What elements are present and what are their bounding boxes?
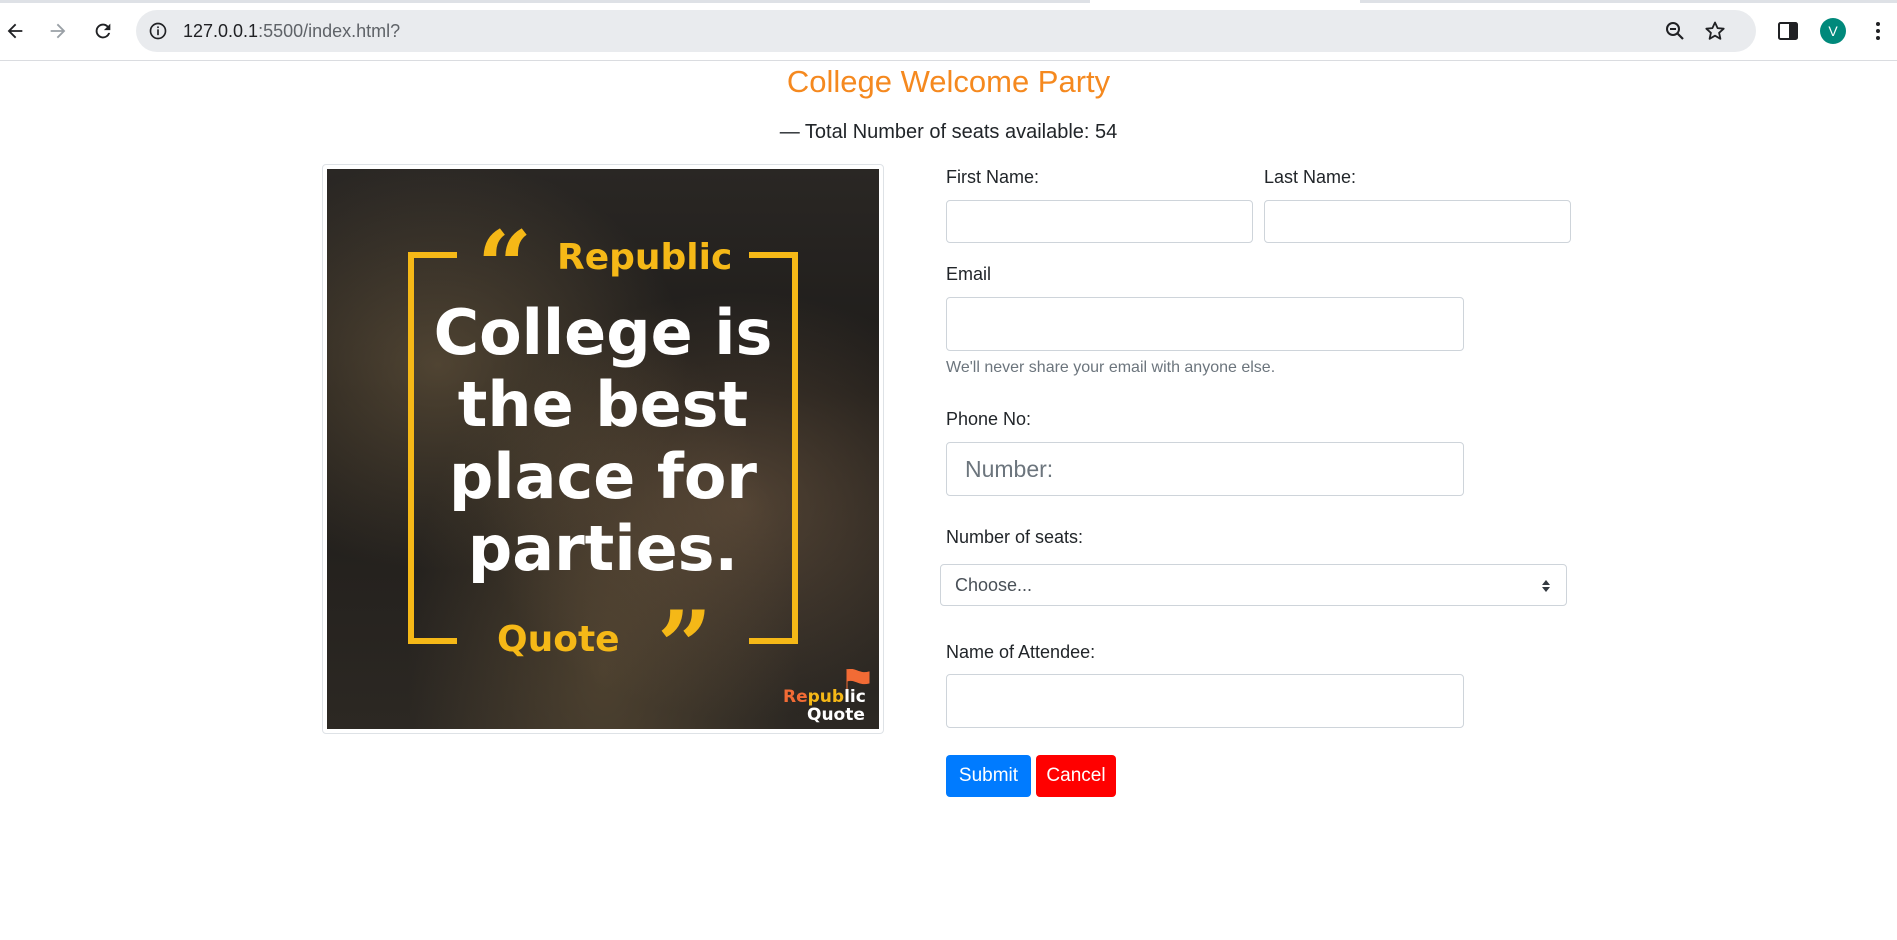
attendee-label: Name of Attendee: [946,642,1096,662]
seats-select[interactable]: Choose... [940,564,1567,606]
site-info-icon[interactable] [146,19,170,43]
hero-quote-text: College is the best place for parties. [407,297,799,585]
hero-line: College is [433,296,773,369]
first-name-field[interactable] [946,200,1253,243]
email-field[interactable] [946,297,1464,351]
menu-kebab-icon[interactable] [1866,19,1890,43]
submit-button[interactable]: Submit [946,755,1031,797]
phone-placeholder: Number: [965,455,1054,482]
logo-lic: lic [844,687,866,707]
email-label: Email [946,264,992,284]
email-help-text: We'll never share your email with anyone… [946,359,1276,376]
select-arrows-icon [1542,580,1550,592]
bookmark-star-icon[interactable] [1703,19,1727,43]
url-path: :5500/index.html? [258,21,401,41]
active-tab[interactable] [1090,0,1360,3]
hero-image: “ Republic College is the best place for… [327,169,879,729]
profile-avatar[interactable]: V [1820,18,1846,44]
address-bar[interactable]: 127.0.0.1:5500/index.html? [136,10,1756,52]
seats-selected-value: Choose... [955,574,1033,595]
phone-field[interactable]: Number: [946,442,1464,496]
republic-quote-logo: Republic Quote [783,669,875,725]
phone-label: Phone No: [946,409,1032,429]
forward-icon[interactable] [43,16,73,46]
hero-brand-top: Republic [557,237,733,278]
attendee-field[interactable] [946,674,1464,728]
seats-label: Number of seats: [946,527,1084,547]
reload-icon[interactable] [88,16,118,46]
last-name-label: Last Name: [1264,167,1357,187]
seats-available-text: — Total Number of seats available: 54 [779,121,1118,143]
side-panel-icon[interactable] [1776,19,1800,43]
logo-pub: pub [807,687,845,707]
browser-toolbar: 127.0.0.1:5500/index.html? V [0,0,1897,61]
back-icon[interactable] [0,16,30,46]
close-quote-icon: ” [657,590,713,703]
url-host: 127.0.0.1 [183,21,259,41]
logo-line-1: Republic [783,687,866,707]
hero-image-thumbnail: “ Republic College is the best place for… [322,164,884,734]
cancel-button[interactable]: Cancel [1036,755,1116,797]
logo-re: Re [783,687,808,707]
page-title: College Welcome Party [786,64,1111,99]
zoom-icon[interactable] [1663,19,1687,43]
tab-strip [0,0,1897,3]
hero-line: the best [457,368,749,441]
hero-line: place for [448,440,757,513]
last-name-field[interactable] [1264,200,1571,243]
logo-line-2: Quote [807,705,865,725]
hero-line: parties. [467,512,739,585]
hero-brand-bottom: Quote [497,619,620,660]
first-name-label: First Name: [946,167,1040,187]
url-text[interactable]: 127.0.0.1:5500/index.html? [183,21,400,41]
